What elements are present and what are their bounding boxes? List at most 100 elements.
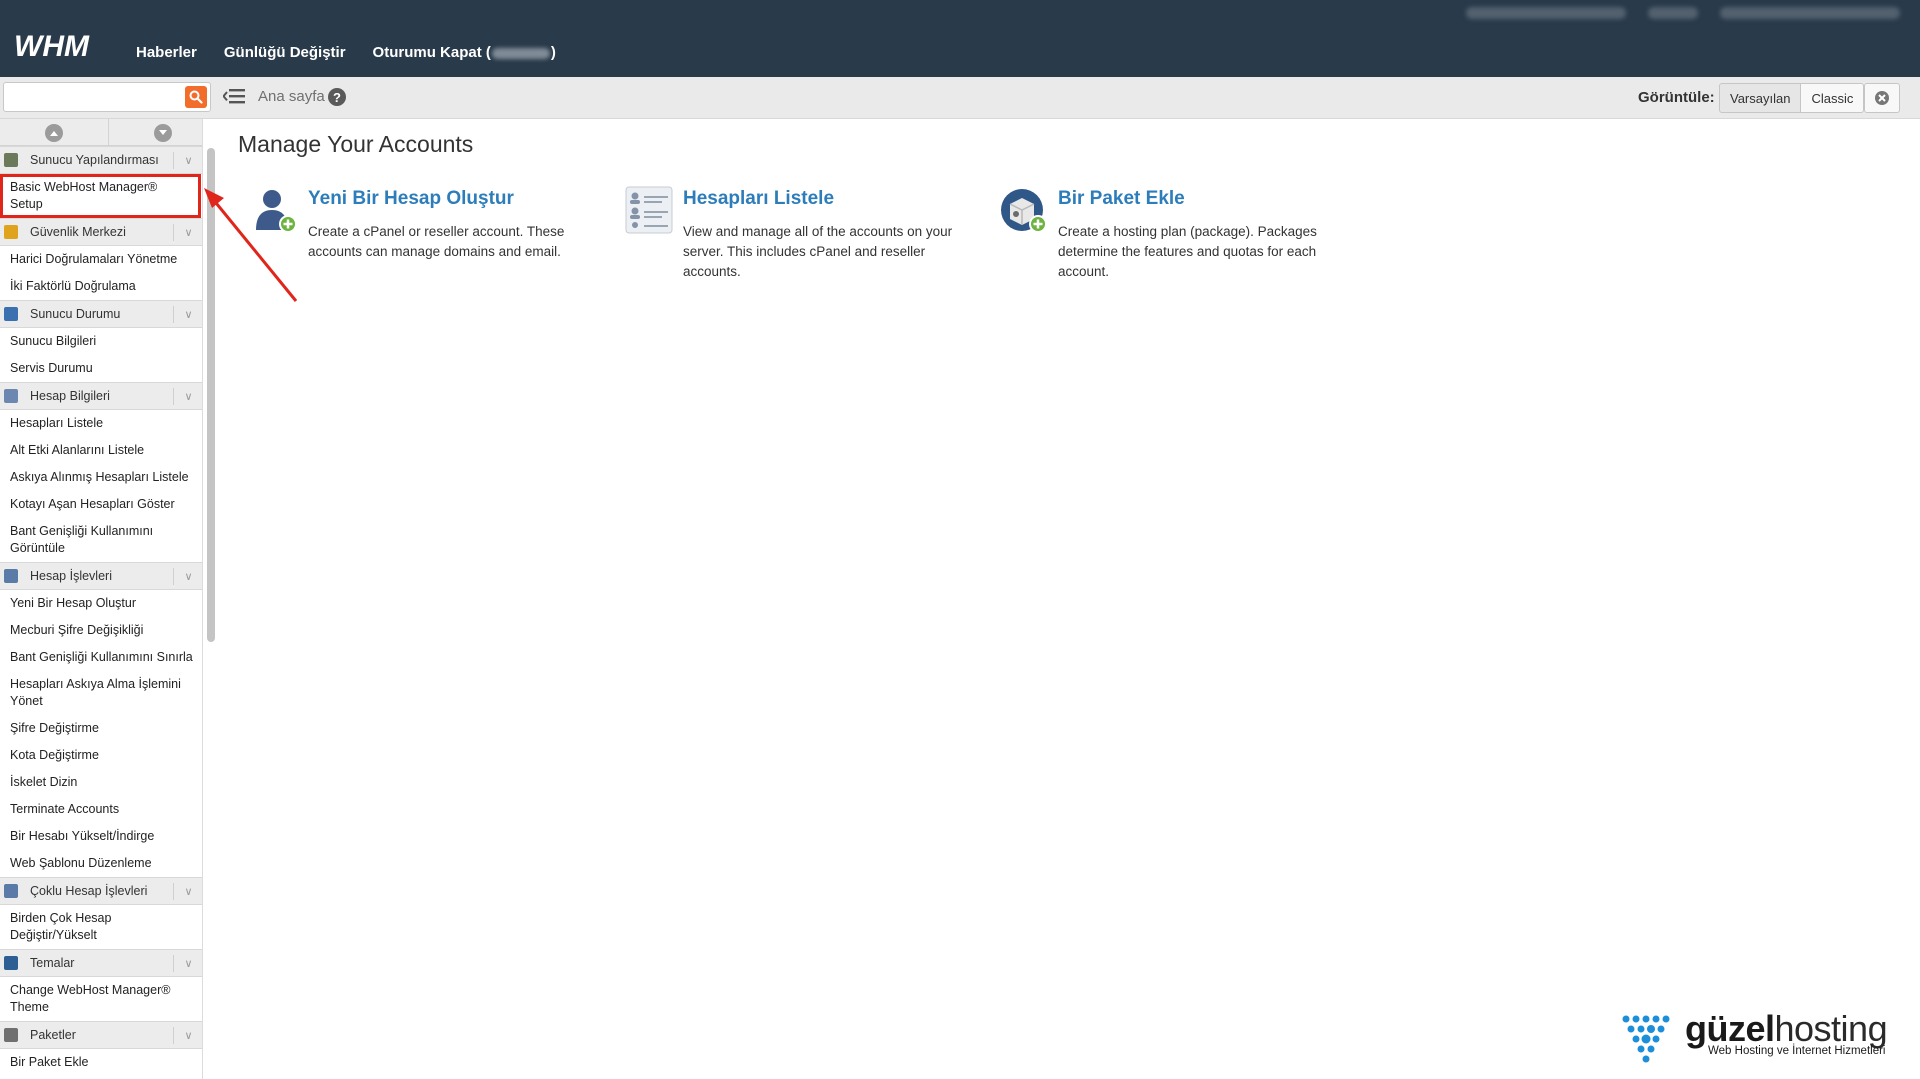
card-list-accounts-title[interactable]: Hesapları Listele — [683, 188, 834, 210]
page-title: Manage Your Accounts — [238, 131, 474, 157]
sidebar-category[interactable]: Paketler ∨ — [0, 1021, 202, 1049]
annotation-arrow — [204, 188, 298, 302]
redacted-username — [491, 47, 550, 59]
search-button[interactable] — [185, 86, 207, 108]
sidebar-category-label: Sunucu Yapılandırması — [30, 153, 159, 167]
account-list-icon[interactable] — [625, 186, 673, 234]
view-classic-button[interactable]: Classic — [1801, 83, 1865, 113]
sidebar-item[interactable]: Hesapları Askıya Alma İşlemini Yönet — [0, 671, 202, 715]
search-box — [3, 82, 211, 112]
sidebar-category[interactable]: Sunucu Yapılandırması ∨ — [0, 146, 202, 174]
sidebar-item[interactable]: Yeni Bir Hesap Oluştur — [0, 590, 202, 617]
chevron-down-icon[interactable]: ∨ — [173, 306, 202, 323]
monitor-icon — [4, 307, 18, 321]
sidebar-item[interactable]: Mecburi Şifre Değişikliği — [0, 617, 202, 644]
view-default-button[interactable]: Varsayılan — [1719, 83, 1802, 113]
chevron-down-icon[interactable]: ∨ — [173, 568, 202, 585]
sidebar-item[interactable]: Birden Çok Hesap Değiştir/Yükselt — [0, 905, 202, 949]
card-create-account-desc: Create a cPanel or reseller account. The… — [308, 224, 565, 259]
card-add-package-title[interactable]: Bir Paket Ekle — [1058, 188, 1185, 210]
menu-collapse-icon — [223, 89, 245, 104]
redacted-info-1 — [1466, 7, 1626, 19]
sidebar-item[interactable]: Kotayı Aşan Hesapları Göster — [0, 491, 202, 518]
sidebar-item[interactable]: Change WebHost Manager® Theme — [0, 977, 202, 1021]
sidebar-category-label: Temalar — [30, 956, 75, 970]
logout-label-suffix: ) — [550, 44, 556, 61]
globe-icon — [4, 956, 18, 970]
sidebar-category[interactable]: Hesap Bilgileri ∨ — [0, 382, 202, 410]
sidebar-item[interactable]: İki Faktörlü Doğrulama — [0, 273, 202, 300]
sidebar-item[interactable]: İskelet Dizin — [0, 769, 202, 796]
sidebar-item[interactable]: Bir Hesabı Yükselt/İndirge — [0, 823, 202, 850]
chevron-down-icon[interactable]: ∨ — [173, 152, 202, 169]
nav-changelog[interactable]: Günlüğü Değiştir — [224, 44, 346, 61]
sidebar-category-label: Güvenlik Merkezi — [30, 225, 126, 239]
brand-watermark: güzelhosting Web Hosting ve İnternet Hiz… — [1620, 1008, 1910, 1072]
sidebar-item[interactable]: Kota Değiştirme — [0, 742, 202, 769]
sidebar-item[interactable]: Terminate Accounts — [0, 796, 202, 823]
redacted-info-2 — [1648, 7, 1698, 19]
chevron-down-icon — [154, 123, 172, 142]
sidebar-category[interactable]: Çoklu Hesap İşlevleri ∨ — [0, 877, 202, 905]
sidebar-item[interactable]: Servis Durumu — [0, 355, 202, 382]
brand-name-part1: güzel — [1685, 1008, 1775, 1049]
sidebar-category-label: Çoklu Hesap İşlevleri — [30, 884, 148, 898]
view-label: Görüntüle: — [1638, 89, 1715, 106]
sidebar-item[interactable]: Bant Genişliği Kullanımını Görüntüle — [0, 518, 202, 562]
brand-name-part2: hosting — [1774, 1008, 1888, 1049]
expand-all-button[interactable] — [109, 119, 202, 146]
breadcrumb[interactable]: Ana sayfa — [258, 88, 325, 105]
search-icon — [189, 90, 203, 104]
package-icon — [4, 1028, 18, 1042]
nav-logout[interactable]: Oturumu Kapat () — [373, 44, 556, 61]
sidebar-item[interactable]: Bant Genişliği Kullanımını Sınırla — [0, 644, 202, 671]
close-circle-icon — [1875, 91, 1889, 105]
top-nav: Haberler Günlüğü Değiştir Oturumu Kapat … — [136, 44, 583, 61]
view-toggle-group: Varsayılan Classic — [1719, 83, 1865, 113]
lock-icon — [4, 225, 18, 239]
sidebar-item[interactable]: Harici Doğrulamaları Yönetme — [0, 246, 202, 273]
card-list-accounts-desc: View and manage all of the accounts on y… — [683, 224, 953, 279]
help-icon[interactable]: ? — [328, 88, 346, 106]
whm-logo-mark: WHM — [14, 32, 90, 60]
sidebar-item[interactable]: Askıya Alınmış Hesapları Listele — [0, 464, 202, 491]
svg-text:WHM: WHM — [14, 32, 90, 60]
sidebar-category[interactable]: Temalar ∨ — [0, 949, 202, 977]
collapse-all-button[interactable] — [0, 119, 109, 146]
sidebar-item[interactable]: Alt Etki Alanlarını Listele — [0, 437, 202, 464]
account-info-icon — [4, 389, 18, 403]
server-config-icon — [4, 153, 18, 167]
sidebar-toggle[interactable] — [222, 85, 246, 107]
sidebar-category-label: Hesap İşlevleri — [30, 569, 112, 583]
server-info-redacted — [1466, 7, 1900, 19]
chevron-down-icon[interactable]: ∨ — [173, 1027, 202, 1044]
chevron-down-icon[interactable]: ∨ — [173, 955, 202, 972]
search-input[interactable] — [7, 83, 183, 111]
chevron-down-icon[interactable]: ∨ — [173, 883, 202, 900]
card-create-account-title[interactable]: Yeni Bir Hesap Oluştur — [308, 188, 514, 210]
reset-view-button[interactable] — [1864, 83, 1900, 113]
sidebar-item[interactable]: Şifre Değiştirme — [0, 715, 202, 742]
sidebar-item[interactable]: Basic WebHost Manager® Setup — [0, 174, 201, 218]
sidebar-category-label: Sunucu Durumu — [30, 307, 121, 321]
user-functions-icon — [4, 569, 18, 583]
sidebar-item[interactable]: Hesapları Listele — [0, 410, 202, 437]
sidebar-category[interactable]: Hesap İşlevleri ∨ — [0, 562, 202, 590]
sidebar-item[interactable]: Bir Paket Ekle — [0, 1049, 202, 1076]
sidebar-item[interactable]: Sunucu Bilgileri — [0, 328, 202, 355]
sidebar-item[interactable]: Web Şablonu Düzenleme — [0, 850, 202, 877]
chevron-down-icon[interactable]: ∨ — [173, 388, 202, 405]
chevron-down-icon[interactable]: ∨ — [173, 224, 202, 241]
chevron-up-icon — [45, 123, 63, 142]
whm-logo[interactable]: WHM — [14, 31, 116, 61]
multi-user-icon — [4, 884, 18, 898]
sidebar-category[interactable]: Sunucu Durumu ∨ — [0, 300, 202, 328]
nav-news[interactable]: Haberler — [136, 44, 197, 61]
add-package-icon[interactable] — [1000, 186, 1048, 234]
top-header: WHM Haberler Günlüğü Değiştir Oturumu Ka… — [0, 0, 1920, 77]
sidebar: Sunucu Yapılandırması ∨ Basic WebHost Mana… — [0, 119, 203, 1079]
sidebar-menu: Sunucu Yapılandırması ∨ Basic WebHost Mana… — [0, 146, 202, 1079]
sidebar-category[interactable]: Güvenlik Merkezi ∨ — [0, 218, 202, 246]
redacted-info-3 — [1720, 7, 1900, 19]
card-add-package-desc: Create a hosting plan (package). Package… — [1058, 224, 1317, 279]
